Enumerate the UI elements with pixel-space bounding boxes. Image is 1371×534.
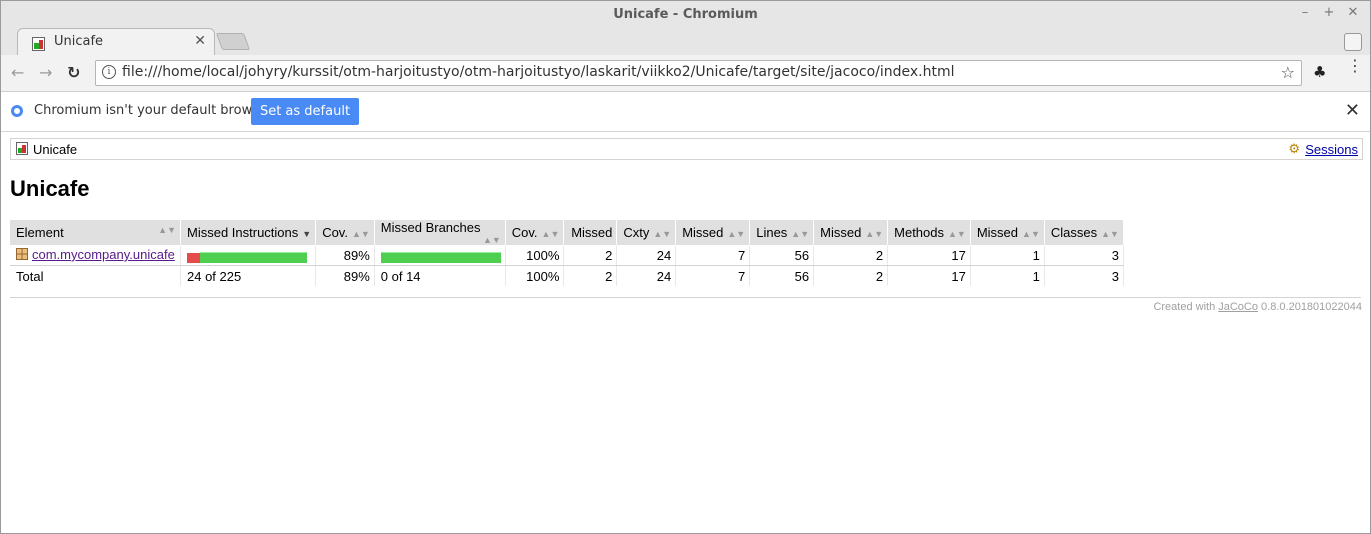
toolbar: ← → ↻ i file:///home/local/johyry/kurssi… [1, 55, 1370, 92]
extension-icon[interactable]: ♣ [1313, 63, 1326, 81]
instructions-bar [180, 245, 317, 266]
total-classes: 3 [1044, 265, 1124, 286]
window-title: Unicafe - Chromium [613, 7, 758, 22]
infobar-message: Chromium isn't your default browser. [34, 103, 276, 118]
total-instr-cov: 89% [315, 265, 375, 286]
branches-coverage-bar [380, 251, 501, 264]
total-lines: 56 [749, 265, 815, 286]
package-link[interactable]: com.mycompany.unicafe [32, 247, 175, 262]
browser-window: Unicafe - Chromium – + ✕ Unicafe ✕ ← → ↻… [0, 0, 1371, 534]
total-instr: 24 of 225 [180, 265, 317, 286]
report-icon [16, 142, 29, 158]
tab-close-icon[interactable]: ✕ [194, 33, 206, 49]
package-icon [16, 248, 28, 263]
branches-bar [374, 245, 506, 266]
profile-icon[interactable] [1344, 33, 1362, 51]
coverage-table: Element ▲▼ Missed Instructions ▼ Cov. ▲▼ Mi… [10, 220, 1124, 286]
instr-cov-cell: 89% [315, 245, 375, 266]
header-missed-branches[interactable]: Missed Branches ▲▼ [374, 220, 506, 245]
total-missed-classes: 1 [970, 265, 1045, 286]
header-missed-classes[interactable]: Missed ▲▼ [970, 220, 1045, 245]
breadcrumb: Unicafe ⚙ Sessions [10, 138, 1363, 160]
header-cxty[interactable]: Cxty ▲▼ [616, 220, 677, 245]
footer-version: 0.8.0.201801022044 [1258, 301, 1362, 313]
header-missed-methods[interactable]: Missed ▲▼ [813, 220, 889, 245]
missed-methods-cell: 2 [813, 245, 889, 266]
table-row: com.mycompany.unicafe 89% 100% 2 24 7 56… [10, 245, 1124, 266]
tab-unicafe[interactable]: Unicafe ✕ [17, 28, 215, 56]
classes-cell: 3 [1044, 245, 1124, 266]
branch-cov-cell: 100% [505, 245, 565, 266]
page-content: Unicafe ⚙ Sessions Unicafe Element ▲▼ Mis… [1, 132, 1370, 533]
forward-icon[interactable]: → [39, 63, 52, 82]
tab-strip: Unicafe ✕ [1, 28, 1370, 56]
total-missed-methods: 2 [813, 265, 889, 286]
header-element[interactable]: Element ▲▼ [10, 220, 181, 245]
sessions-icon: ⚙ [1288, 141, 1300, 156]
close-window-icon[interactable]: ✕ [1345, 5, 1361, 20]
menu-icon[interactable]: ⋮ [1347, 58, 1363, 74]
header-methods[interactable]: Methods ▲▼ [887, 220, 971, 245]
total-missed-lines: 7 [675, 265, 751, 286]
element-cell: com.mycompany.unicafe [10, 245, 181, 266]
footer: Created with JaCoCo 0.8.0.201801022044 [1153, 301, 1362, 313]
chromium-icon [11, 105, 23, 117]
footer-prefix: Created with [1153, 301, 1219, 313]
header-branch-cov[interactable]: Cov. ▲▼ [505, 220, 565, 245]
instructions-missed-fill [187, 253, 200, 264]
total-cxty: 24 [616, 265, 677, 286]
instructions-covered-fill [200, 252, 307, 264]
reload-icon[interactable]: ↻ [67, 63, 80, 82]
new-tab-button[interactable] [215, 33, 251, 50]
header-lines[interactable]: Lines ▲▼ [749, 220, 815, 245]
total-missed-cxty: 2 [563, 265, 618, 286]
jacoco-link[interactable]: JaCoCo [1218, 301, 1258, 313]
report-favicon-icon [32, 36, 46, 55]
header-instr-cov[interactable]: Cov. ▲▼ [315, 220, 375, 245]
breadcrumb-current: Unicafe [33, 142, 78, 157]
minimize-icon[interactable]: – [1297, 5, 1313, 20]
address-bar[interactable]: i file:///home/local/johyry/kurssit/otm-… [95, 60, 1302, 86]
infobar-close-icon[interactable]: ✕ [1345, 100, 1360, 121]
header-missed-cxty[interactable]: Missed [563, 220, 618, 245]
total-label: Total [10, 265, 181, 286]
info-icon[interactable]: i [102, 65, 116, 79]
tab-title: Unicafe [54, 34, 104, 49]
missed-cxty-cell: 2 [563, 245, 618, 266]
header-missed-lines[interactable]: Missed ▲▼ [675, 220, 751, 245]
total-branch-cov: 100% [505, 265, 565, 286]
missed-classes-cell: 1 [970, 245, 1045, 266]
instructions-coverage-bar [187, 251, 307, 264]
header-classes[interactable]: Classes ▲▼ [1044, 220, 1124, 245]
footer-divider [10, 297, 1361, 298]
lines-cell: 56 [749, 245, 815, 266]
url-text[interactable]: file:///home/local/johyry/kurssit/otm-ha… [122, 64, 955, 80]
back-icon[interactable]: ← [11, 63, 24, 82]
total-branch: 0 of 14 [374, 265, 506, 286]
title-bar: Unicafe - Chromium – + ✕ [1, 1, 1370, 28]
maximize-icon[interactable]: + [1321, 5, 1337, 20]
methods-cell: 17 [887, 245, 971, 266]
sessions-link[interactable]: Sessions [1305, 142, 1358, 157]
branches-covered-fill [380, 252, 501, 264]
default-browser-infobar: Chromium isn't your default browser. Set… [1, 92, 1370, 132]
total-row: Total 24 of 225 89% 0 of 14 100% 2 24 7 … [10, 265, 1124, 286]
header-missed-instructions[interactable]: Missed Instructions ▼ [180, 220, 317, 245]
total-methods: 17 [887, 265, 971, 286]
set-default-button[interactable]: Set as default [251, 98, 359, 125]
missed-lines-cell: 7 [675, 245, 751, 266]
page-title: Unicafe [10, 176, 90, 201]
cxty-cell: 24 [616, 245, 677, 266]
bookmark-star-icon[interactable]: ☆ [1281, 63, 1295, 82]
